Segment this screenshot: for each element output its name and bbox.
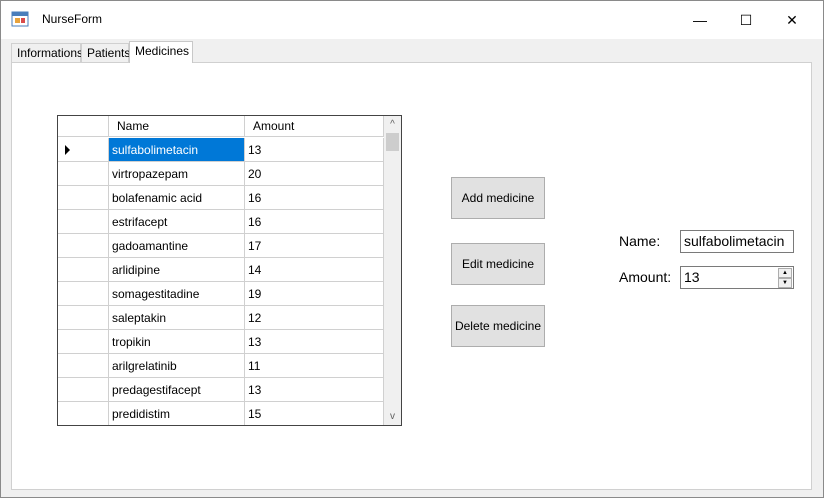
cell-amount[interactable]: 15 [245, 402, 384, 425]
cell-name[interactable]: arilgrelatinib [109, 354, 245, 378]
name-label: Name: [619, 233, 661, 249]
cell-name[interactable]: somagestitadine [109, 282, 245, 306]
tab-informations[interactable]: Informations [11, 43, 83, 62]
window-title: NurseForm [42, 12, 103, 26]
amount-label: Amount: [619, 269, 672, 285]
cell-amount[interactable]: 13 [245, 330, 384, 354]
table-row[interactable]: saleptakin 12 [58, 306, 384, 330]
delete-medicine-button[interactable]: Delete medicine [451, 305, 545, 347]
cell-name[interactable]: predidistim [109, 402, 245, 425]
title-bar[interactable]: NurseForm — ☐ ✕ [1, 1, 823, 39]
table-row[interactable]: bolafenamic acid 16 [58, 186, 384, 210]
row-header-corner [58, 116, 109, 137]
maximize-button[interactable]: ☐ [723, 1, 769, 39]
cell-amount[interactable]: 20 [245, 162, 384, 186]
table-row[interactable]: arlidipine 14 [58, 258, 384, 282]
row-header[interactable] [58, 162, 109, 186]
cell-name[interactable]: virtropazepam [109, 162, 245, 186]
cell-amount[interactable]: 17 [245, 234, 384, 258]
cell-amount[interactable]: 19 [245, 282, 384, 306]
cell-amount[interactable]: 16 [245, 210, 384, 234]
row-header[interactable] [58, 210, 109, 234]
tab-medicines[interactable]: Medicines [129, 41, 193, 63]
amount-value[interactable]: 13 [684, 267, 700, 288]
spin-down-icon[interactable]: ▼ [778, 278, 792, 288]
tab-patients[interactable]: Patients [81, 43, 130, 62]
column-header-amount[interactable]: Amount [245, 116, 384, 137]
grid-scrollbar[interactable]: ^ v [384, 116, 401, 425]
cell-amount[interactable]: 13 [245, 138, 384, 162]
cell-amount[interactable]: 16 [245, 186, 384, 210]
form-icon [11, 11, 29, 27]
table-row[interactable]: predidistim 15 [58, 402, 384, 425]
cell-name[interactable]: predagestifacept [109, 378, 245, 402]
minimize-button[interactable]: — [677, 1, 723, 39]
close-button[interactable]: ✕ [769, 1, 815, 39]
table-row[interactable]: gadoamantine 17 [58, 234, 384, 258]
scroll-up-icon[interactable]: ^ [384, 116, 401, 133]
scroll-thumb[interactable] [386, 133, 399, 151]
table-row[interactable]: virtropazepam 20 [58, 162, 384, 186]
cell-name[interactable]: sulfabolimetacin [109, 138, 245, 162]
table-row[interactable]: tropikin 13 [58, 330, 384, 354]
amount-stepper[interactable]: 13 ▲ ▼ [680, 266, 794, 289]
table-row[interactable]: predagestifacept 13 [58, 378, 384, 402]
table-row[interactable]: arilgrelatinib 11 [58, 354, 384, 378]
row-header[interactable] [58, 186, 109, 210]
row-header[interactable] [58, 234, 109, 258]
medicines-panel: Name Amount sulfabolimetacin 13 virtropaze… [11, 62, 812, 490]
row-header[interactable] [58, 282, 109, 306]
grid-header: Name Amount [58, 116, 384, 138]
cell-amount[interactable]: 14 [245, 258, 384, 282]
add-medicine-button[interactable]: Add medicine [451, 177, 545, 219]
column-header-name[interactable]: Name [109, 116, 245, 137]
cell-name[interactable]: arlidipine [109, 258, 245, 282]
row-header[interactable] [58, 138, 109, 162]
row-header[interactable] [58, 378, 109, 402]
row-header[interactable] [58, 306, 109, 330]
current-row-icon [65, 145, 70, 155]
cell-name[interactable]: tropikin [109, 330, 245, 354]
row-header[interactable] [58, 258, 109, 282]
row-header[interactable] [58, 354, 109, 378]
table-row[interactable]: sulfabolimetacin 13 [58, 138, 384, 162]
nurseform-window: NurseForm — ☐ ✕ Informations Patients Me… [0, 0, 824, 498]
cell-name[interactable]: bolafenamic acid [109, 186, 245, 210]
cell-name[interactable]: estrifacept [109, 210, 245, 234]
spin-up-icon[interactable]: ▲ [778, 268, 792, 278]
row-header[interactable] [58, 330, 109, 354]
row-header[interactable] [58, 402, 109, 425]
cell-amount[interactable]: 11 [245, 354, 384, 378]
name-field[interactable]: sulfabolimetacin [680, 230, 794, 253]
scroll-down-icon[interactable]: v [384, 408, 401, 425]
table-row[interactable]: estrifacept 16 [58, 210, 384, 234]
cell-name[interactable]: gadoamantine [109, 234, 245, 258]
medicines-grid[interactable]: Name Amount sulfabolimetacin 13 virtropaze… [57, 115, 402, 426]
edit-medicine-button[interactable]: Edit medicine [451, 243, 545, 285]
table-row[interactable]: somagestitadine 19 [58, 282, 384, 306]
cell-amount[interactable]: 12 [245, 306, 384, 330]
cell-name[interactable]: saleptakin [109, 306, 245, 330]
cell-amount[interactable]: 13 [245, 378, 384, 402]
